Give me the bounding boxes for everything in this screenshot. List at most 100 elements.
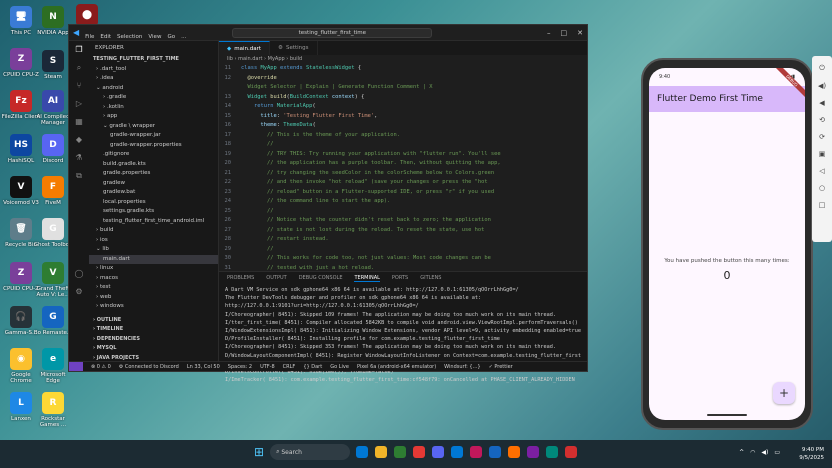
tree-item[interactable]: gradlew bbox=[89, 179, 218, 189]
status-item[interactable]: Pixel 6a (android-x64 emulator) bbox=[357, 364, 436, 370]
desktop-icon[interactable]: e Microsoft Edge bbox=[36, 348, 70, 384]
settings-gear-icon[interactable]: ⚙ bbox=[74, 287, 84, 297]
power-icon[interactable]: ⏻ bbox=[819, 64, 825, 73]
extensions-icon[interactable]: ▦ bbox=[74, 117, 84, 127]
overview-icon[interactable]: □ bbox=[819, 201, 826, 209]
tree-item[interactable]: › app bbox=[89, 112, 218, 122]
panel-tab[interactable]: GITLENS bbox=[420, 275, 441, 281]
panel-tab[interactable]: OUTPUT bbox=[266, 275, 286, 281]
taskbar-app-icon[interactable] bbox=[565, 446, 578, 458]
desktop-icon[interactable]: G Ghost Toolbox bbox=[34, 218, 72, 248]
speaker-icon[interactable]: ◀) bbox=[761, 449, 768, 456]
panel-tab[interactable]: DEBUG CONSOLE bbox=[299, 275, 343, 281]
menu-item[interactable]: Go bbox=[167, 34, 175, 40]
menu-item[interactable]: Edit bbox=[100, 34, 111, 40]
status-item[interactable]: Spaces: 2 bbox=[228, 364, 252, 370]
tree-item[interactable]: local.properties bbox=[89, 198, 218, 208]
volume-down-icon[interactable]: ◀ bbox=[819, 99, 824, 107]
taskbar-app-icon[interactable] bbox=[356, 446, 369, 458]
code-editor[interactable]: 11 class MyApp extends StatelessWidget {1… bbox=[219, 64, 587, 273]
tree-item[interactable]: settings.gradle.kts bbox=[89, 207, 218, 217]
taskbar-app-icon[interactable] bbox=[489, 446, 502, 458]
status-item[interactable]: Windsurf: {...} bbox=[444, 364, 480, 370]
rotate-right-icon[interactable]: ⟳ bbox=[819, 133, 825, 141]
explorer-icon[interactable]: ❐ bbox=[74, 45, 84, 55]
search-icon[interactable]: ⌕ bbox=[74, 63, 84, 73]
status-item[interactable]: Go Live bbox=[330, 364, 349, 370]
breadcrumb[interactable]: lib › main.dart › MyApp › build bbox=[219, 55, 587, 64]
desktop-icon[interactable]: R Rockstar Games ... bbox=[36, 392, 70, 428]
sidebar-section[interactable]: › MYSQL bbox=[89, 344, 218, 354]
battery-icon[interactable]: ▭ bbox=[774, 449, 780, 456]
screenshot-icon[interactable]: ▣ bbox=[819, 150, 826, 158]
taskbar-app-icon[interactable] bbox=[375, 446, 388, 458]
tree-item[interactable]: › .dart_tool bbox=[89, 65, 218, 75]
wifi-icon[interactable]: ◠ bbox=[750, 449, 755, 456]
taskbar-app-icon[interactable] bbox=[451, 446, 464, 458]
flutter-icon[interactable]: ◆ bbox=[74, 135, 84, 145]
tree-item[interactable]: gradlew.bat bbox=[89, 188, 218, 198]
tab-settings[interactable]: ⚙ Settings bbox=[270, 41, 318, 55]
command-center-search[interactable]: testing_flutter_first_time bbox=[232, 27, 433, 38]
close-button[interactable]: ✕ bbox=[577, 29, 583, 37]
menu-item[interactable]: Selection bbox=[117, 34, 142, 40]
tree-item[interactable]: › ios bbox=[89, 236, 218, 246]
tree-item[interactable]: › test bbox=[89, 283, 218, 293]
desktop-icon[interactable]: G Bo Remaste... bbox=[34, 306, 72, 336]
gesture-nav-bar[interactable] bbox=[707, 414, 747, 416]
menu-item[interactable]: ... bbox=[181, 34, 186, 40]
project-root[interactable]: TESTING_FLUTTER_FIRST_TIME bbox=[89, 55, 218, 65]
status-item[interactable]: CRLF bbox=[283, 364, 296, 370]
taskbar-app-icon[interactable] bbox=[432, 446, 445, 458]
tree-item[interactable]: › web bbox=[89, 293, 218, 303]
tree-item[interactable]: › linux bbox=[89, 264, 218, 274]
volume-up-icon[interactable]: ◀) bbox=[818, 82, 826, 90]
tree-item[interactable]: ⌄ lib bbox=[89, 245, 218, 255]
taskbar-app-icon[interactable] bbox=[508, 446, 521, 458]
tree-item[interactable]: build.gradle.kts bbox=[89, 160, 218, 170]
status-item[interactable]: Ln 33, Col 50 bbox=[187, 364, 220, 370]
desktop-icon[interactable]: V Grand Theft Auto V: Le... bbox=[36, 262, 70, 298]
tab-main-dart[interactable]: ◆ main.dart bbox=[219, 41, 271, 55]
status-item[interactable]: UTF-8 bbox=[260, 364, 275, 370]
taskbar-app-icon[interactable] bbox=[470, 446, 483, 458]
tree-item[interactable]: › .idea bbox=[89, 74, 218, 84]
clock[interactable]: 9:40 PM 9/5/2025 bbox=[799, 446, 824, 462]
sidebar-section[interactable]: › DEPENDENCIES bbox=[89, 335, 218, 345]
taskbar-app-icon[interactable] bbox=[394, 446, 407, 458]
source-control-icon[interactable]: ⑂ bbox=[74, 81, 84, 91]
back-icon[interactable]: ◁ bbox=[819, 167, 824, 175]
status-item[interactable]: {} Dart bbox=[303, 364, 322, 370]
taskbar-app-icon[interactable] bbox=[546, 446, 559, 458]
sidebar-section[interactable]: › OUTLINE bbox=[89, 316, 218, 326]
remote-icon[interactable]: ⧉ bbox=[74, 171, 84, 181]
status-item[interactable]: ⚙ Connected to Discord bbox=[119, 364, 179, 370]
taskbar-app-icon[interactable] bbox=[527, 446, 540, 458]
panel-tab[interactable]: PROBLEMS bbox=[227, 275, 254, 281]
tree-item[interactable]: testing_flutter_first_time_android.iml bbox=[89, 217, 218, 227]
minimize-button[interactable]: – bbox=[547, 29, 551, 37]
panel-tab[interactable]: TERMINAL bbox=[354, 275, 380, 282]
tree-item[interactable]: › windows bbox=[89, 302, 218, 312]
desktop-icon[interactable]: F FiveM bbox=[36, 176, 70, 206]
tree-item[interactable]: gradle-wrapper.jar bbox=[89, 131, 218, 141]
run-debug-icon[interactable]: ▷ bbox=[74, 99, 84, 109]
start-button-icon[interactable]: ⊞ bbox=[254, 445, 264, 459]
chevron-up-icon[interactable]: ^ bbox=[739, 449, 744, 456]
rotate-icon[interactable]: ⟲ bbox=[819, 116, 825, 124]
remote-indicator[interactable] bbox=[69, 362, 83, 371]
menu-item[interactable]: File bbox=[85, 34, 94, 40]
maximize-button[interactable]: □ bbox=[561, 29, 568, 37]
account-icon[interactable]: ◯ bbox=[74, 269, 84, 279]
tree-item[interactable]: › macos bbox=[89, 274, 218, 284]
desktop-icon[interactable]: AI AI Compiled Manager bbox=[36, 90, 70, 126]
desktop-icon[interactable]: N NVIDIA App bbox=[36, 6, 70, 36]
sidebar-section[interactable]: › JAVA PROJECTS bbox=[89, 354, 218, 362]
testing-icon[interactable]: ⚗ bbox=[74, 153, 84, 163]
tree-item[interactable]: main.dart bbox=[89, 254, 218, 264]
menu-item[interactable]: View bbox=[148, 34, 161, 40]
panel-tab[interactable]: PORTS bbox=[392, 275, 408, 281]
taskbar-app-icon[interactable] bbox=[413, 446, 426, 458]
tree-item[interactable]: gradle.properties bbox=[89, 169, 218, 179]
tree-item[interactable]: .gitignore bbox=[89, 150, 218, 160]
